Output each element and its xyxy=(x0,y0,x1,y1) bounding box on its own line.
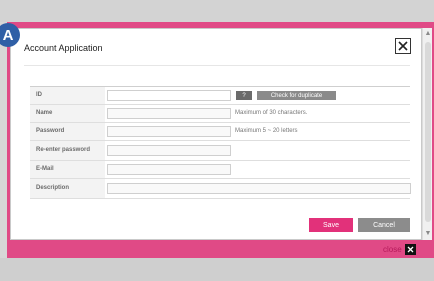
id-input[interactable] xyxy=(107,90,231,101)
form-row-email: E-Mail xyxy=(30,161,410,179)
name-label: Name xyxy=(30,105,105,122)
password-hint: Maximum 5 ~ 20 letters xyxy=(235,128,298,134)
footer-close-label: close xyxy=(383,244,402,254)
scroll-down-icon[interactable]: ▼ xyxy=(424,230,432,238)
description-label: Description xyxy=(30,179,105,198)
close-x-icon[interactable] xyxy=(395,38,411,54)
reenter-password-label: Re-enter password xyxy=(30,141,105,160)
check-duplicate-button[interactable]: Check for duplicate xyxy=(257,91,336,100)
form-row-description: Description xyxy=(30,179,411,199)
name-hint: Maximum of 30 characters. xyxy=(235,110,308,116)
scroll-up-icon[interactable]: ▲ xyxy=(424,30,432,38)
form-row-reenter-password: Re-enter password xyxy=(30,141,410,161)
email-label: E-Mail xyxy=(30,161,105,178)
title-divider xyxy=(24,65,410,66)
footer-close-button[interactable]: close xyxy=(383,243,416,255)
close-icon xyxy=(404,243,416,255)
reenter-password-input[interactable] xyxy=(107,145,231,156)
form-row-name: Name Maximum of 30 characters. xyxy=(30,105,410,123)
vertical-scrollbar[interactable]: ▲ ▼ xyxy=(422,28,432,240)
password-input[interactable] xyxy=(107,126,231,137)
account-form: ID ? Check for duplicate Name Maximum of… xyxy=(30,86,411,199)
form-row-id: ID ? Check for duplicate xyxy=(30,87,410,105)
cancel-button[interactable]: Cancel xyxy=(358,218,410,232)
password-label: Password xyxy=(30,123,105,140)
email-input[interactable] xyxy=(107,164,231,175)
save-button[interactable]: Save xyxy=(309,218,353,232)
id-label: ID xyxy=(30,87,105,104)
name-input[interactable] xyxy=(107,108,231,119)
description-input[interactable] xyxy=(107,183,411,194)
dialog-title: Account Application xyxy=(24,43,103,53)
form-row-password: Password Maximum 5 ~ 20 letters xyxy=(30,123,410,141)
background-top xyxy=(0,0,434,22)
help-button[interactable]: ? xyxy=(236,91,252,100)
account-application-dialog: Account Application ID ? Check for dupli… xyxy=(10,28,422,240)
background-bottom xyxy=(0,258,434,281)
scroll-thumb[interactable] xyxy=(425,42,431,222)
